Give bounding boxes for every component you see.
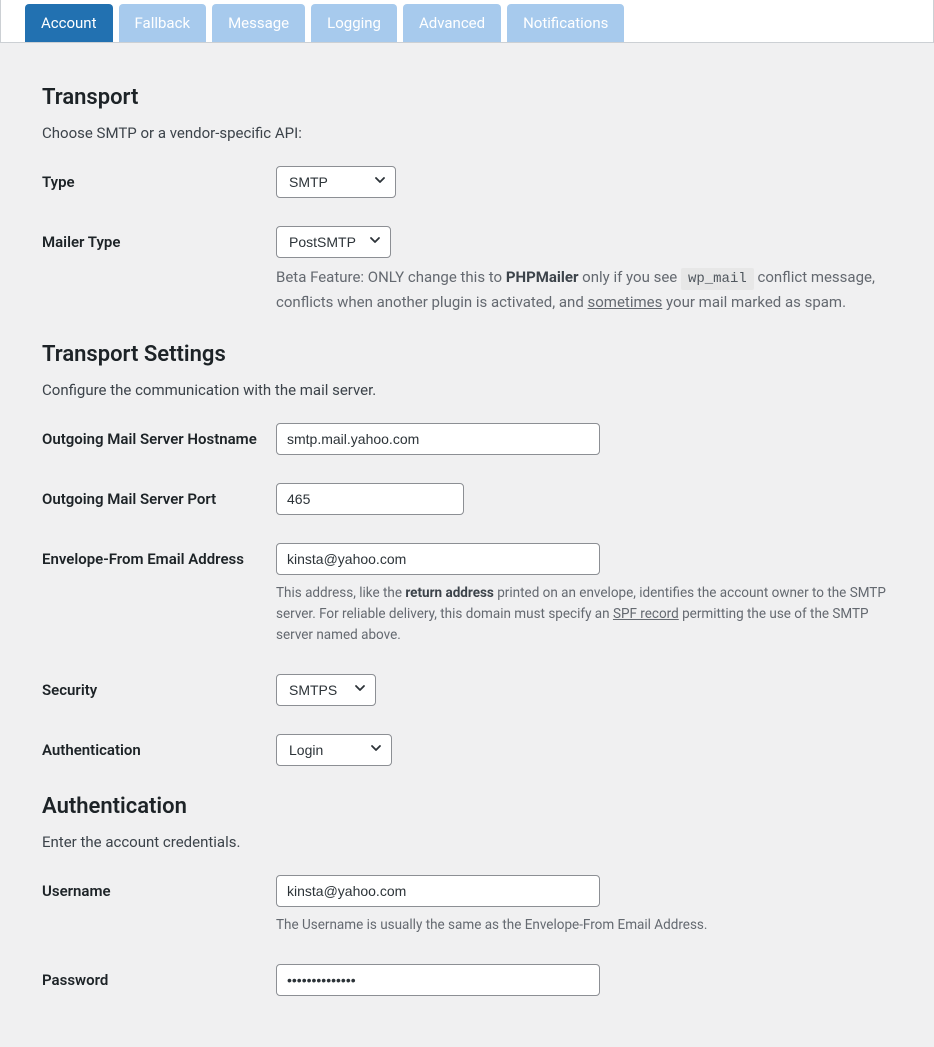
tab-account[interactable]: Account [25,4,113,42]
label-port: Outgoing Mail Server Port [42,483,276,509]
tabs-bar: Account Fallback Message Logging Advance… [0,0,934,43]
select-type[interactable]: SMTP [276,166,396,198]
input-username[interactable] [276,875,600,907]
section-heading-transport-settings: Transport Settings [42,342,892,367]
label-mailer-type: Mailer Type [42,226,276,252]
select-authentication[interactable]: Login [276,734,392,766]
select-security[interactable]: SMTPS [276,674,376,706]
section-desc-transport-settings: Configure the communication with the mai… [42,381,892,399]
envelope-help-text: This address, like the return address pr… [276,583,886,646]
tab-fallback[interactable]: Fallback [119,4,207,42]
section-desc-transport: Choose SMTP or a vendor-specific API: [42,124,892,142]
select-mailer-type[interactable]: PostSMTP [276,226,391,258]
tab-advanced[interactable]: Advanced [403,4,501,42]
input-envelope[interactable] [276,543,600,575]
section-heading-transport: Transport [42,85,892,110]
label-envelope: Envelope-From Email Address [42,543,276,569]
input-password[interactable] [276,964,600,996]
tab-message[interactable]: Message [212,4,305,42]
username-help-text: The Username is usually the same as the … [276,915,886,936]
section-heading-authentication: Authentication [42,794,892,819]
label-hostname: Outgoing Mail Server Hostname [42,423,276,449]
mailer-help-text: Beta Feature: ONLY change this to PHPMai… [276,266,886,314]
input-port[interactable] [276,483,464,515]
section-desc-authentication: Enter the account credentials. [42,833,892,851]
label-security: Security [42,674,276,700]
tab-notifications[interactable]: Notifications [507,4,624,42]
input-hostname[interactable] [276,423,600,455]
label-authentication: Authentication [42,734,276,760]
label-password: Password [42,964,276,990]
label-type: Type [42,166,276,192]
label-username: Username [42,875,276,901]
tab-logging[interactable]: Logging [311,4,397,42]
